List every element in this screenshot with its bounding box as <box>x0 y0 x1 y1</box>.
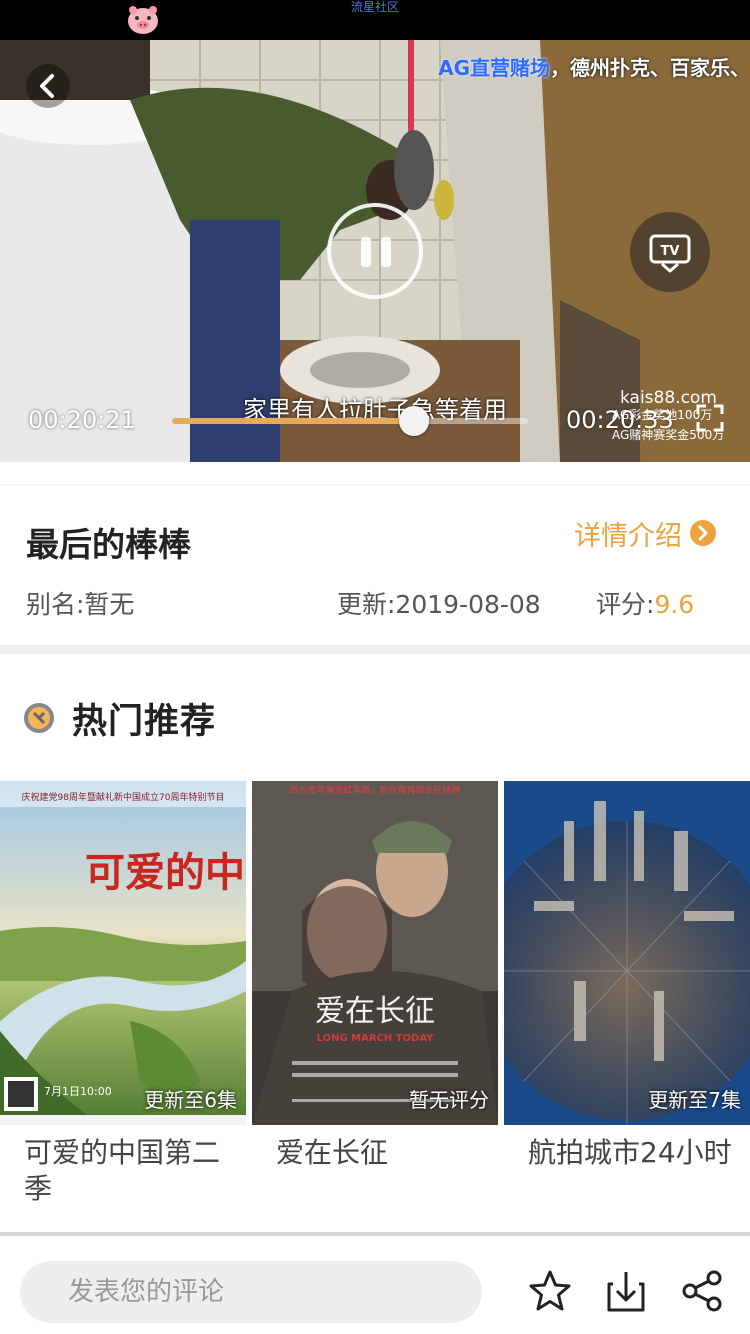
alias: 别名:暂无 <box>26 590 135 619</box>
current-time: 00:20:21 <box>28 406 136 434</box>
poster-badge: 更新至7集 <box>648 1088 741 1112</box>
svg-text:爱在长征: 爱在长征 <box>315 994 435 1029</box>
update-date: 更新:2019-08-08 <box>337 590 541 619</box>
recommend-card[interactable]: 更新至7集 航拍城市24小时 <box>504 781 750 1171</box>
poster: 西方青年重走红军路，新视角再现长征精神 爱在长征 LONG MARCH TODA… <box>252 781 498 1125</box>
ad-banner: AG直营赌场，德州扑克、百家乐、 <box>438 52 750 81</box>
star-icon[interactable] <box>527 1268 573 1314</box>
poster-badge: 暂无评分 <box>409 1088 489 1112</box>
pause-button[interactable] <box>327 203 423 299</box>
poster: 更新至7集 <box>504 781 750 1125</box>
card-title: 航拍城市24小时 <box>528 1136 732 1169</box>
progress-knob[interactable] <box>399 406 430 436</box>
poster-badge: 更新至6集 <box>144 1088 237 1112</box>
download-icon[interactable] <box>603 1268 649 1314</box>
ad-banner-text: ，德州扑克、百家乐、 <box>550 56 750 80</box>
svg-text:可爱的中国: 可爱的中国 <box>85 849 246 896</box>
hot-recommend-icon <box>24 703 54 733</box>
svg-text:7月1日10:00: 7月1日10:00 <box>44 1085 112 1098</box>
card-title: 可爱的中国第二季 <box>24 1136 221 1205</box>
section-divider <box>0 645 750 654</box>
pause-icon-bar-right <box>381 237 391 267</box>
status-bar: 流星社区 <box>0 0 750 40</box>
rating-value: 9.6 <box>654 590 695 619</box>
chevron-left-icon <box>40 74 54 98</box>
rating: 评分:9.6 <box>596 585 694 621</box>
recommend-card[interactable]: 西方青年重走红军路，新视角再现长征精神 爱在长征 LONG MARCH TODA… <box>252 781 498 1171</box>
svg-text:TV: TV <box>661 244 680 259</box>
video-player[interactable]: AG直营赌场，德州扑克、百家乐、 TV 家里有人拉肚子急等着用 00:20:21… <box>0 40 750 462</box>
fullscreen-icon[interactable] <box>694 402 726 434</box>
svg-text:庆祝建党98周年暨献礼新中国成立70周年特别节目: 庆祝建党98周年暨献礼新中国成立70周年特别节目 <box>22 791 225 803</box>
video-title: 最后的棒棒 <box>26 525 191 564</box>
svg-text:LONG MARCH TODAY: LONG MARCH TODAY <box>317 1033 435 1044</box>
rating-label: 评分: <box>596 590 655 619</box>
pause-icon-bar-left <box>361 237 371 267</box>
share-icon[interactable] <box>679 1268 725 1314</box>
card-title: 爱在长征 <box>276 1136 389 1169</box>
progress-bar[interactable] <box>172 406 528 436</box>
poster: 庆祝建党98周年暨献礼新中国成立70周年特别节目 可爱的中国 7月1日10:00… <box>0 781 246 1125</box>
recommend-title: 热门推荐 <box>72 701 217 742</box>
detail-link[interactable]: 详情介绍 <box>574 515 716 552</box>
comment-input[interactable]: 发表您的评论 <box>20 1261 482 1323</box>
svg-text:西方青年重走红军路，新视角再现长征精神: 西方青年重走红军路，新视角再现长征精神 <box>289 784 460 796</box>
chevron-right-circle-icon <box>690 520 716 546</box>
video-info-panel: 最后的棒棒 详情介绍 别名:暂无 更新:2019-08-08 评分:9.6 <box>0 484 750 644</box>
detail-link-label: 详情介绍 <box>574 520 682 552</box>
back-button[interactable] <box>26 64 70 108</box>
status-app-name: 流星社区 <box>350 0 399 14</box>
progress-fill <box>172 418 415 424</box>
recommend-card[interactable]: 庆祝建党98周年暨献礼新中国成立70周年特别节目 可爱的中国 7月1日10:00… <box>0 781 246 1207</box>
ad-banner-brand: AG直营赌场 <box>438 56 550 80</box>
bottom-action-bar: 发表您的评论 <box>0 1236 750 1334</box>
tv-cast-icon: TV <box>649 234 691 273</box>
recommend-header: 热门推荐 <box>24 696 216 742</box>
tv-cast-button[interactable]: TV <box>630 212 710 292</box>
